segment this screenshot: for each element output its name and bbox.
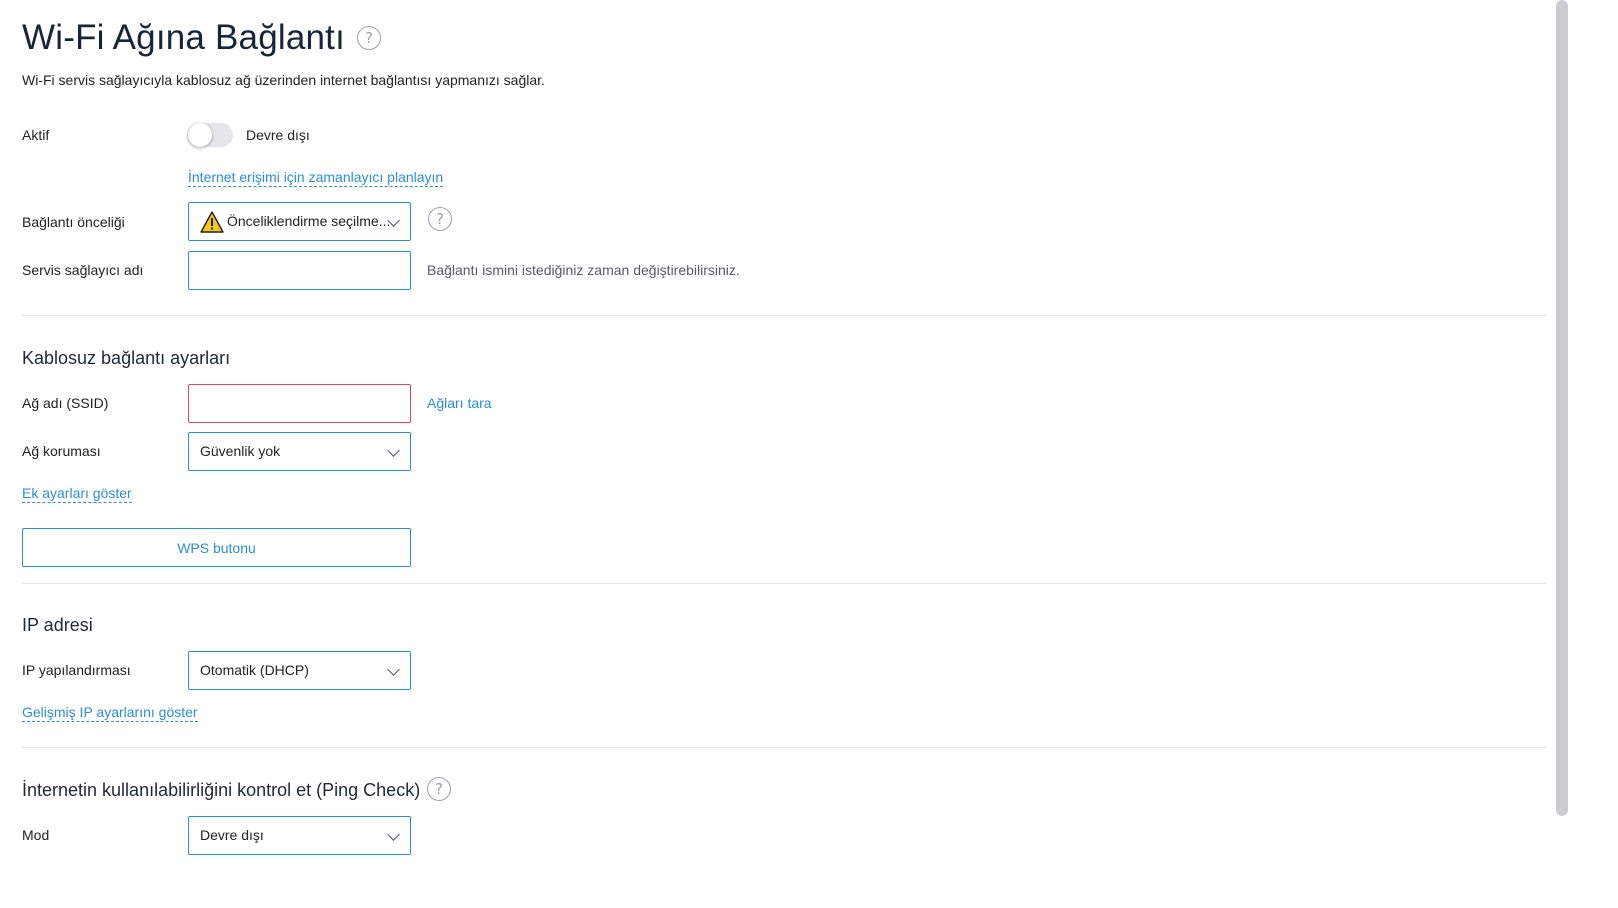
protection-label: Ağ koruması: [22, 443, 101, 459]
priority-select[interactable]: Önceliklendirme seçilme...: [188, 202, 411, 241]
ping-help-icon[interactable]: ?: [427, 777, 451, 801]
active-toggle[interactable]: [187, 123, 233, 147]
schedule-link[interactable]: İnternet erişimi için zamanlayıcı planla…: [188, 169, 444, 187]
priority-value: Önceliklendirme seçilme...: [227, 213, 391, 229]
active-state-text: Devre dışı: [246, 127, 310, 143]
ip-config-select[interactable]: Otomatik (DHCP): [188, 651, 411, 690]
priority-label: Bağlantı önceliği: [22, 214, 125, 230]
ssid-label: Ağ adı (SSID): [22, 395, 109, 411]
mode-label: Mod: [22, 827, 50, 843]
mode-select[interactable]: Devre dışı: [188, 816, 411, 855]
chevron-down-icon: [387, 828, 400, 841]
ping-section-title: İnternetin kullanılabilirliğini kontrol …: [22, 780, 421, 800]
provider-label: Servis sağlayıcı adı: [22, 262, 144, 278]
page-title: Wi-Fi Ağına Bağlantı: [22, 18, 346, 57]
divider: [22, 583, 1546, 584]
warning-icon: [200, 211, 224, 233]
ip-config-label: IP yapılandırması: [22, 662, 131, 678]
scan-networks-link[interactable]: Ağları tara: [427, 395, 492, 411]
wps-button[interactable]: WPS butonu: [22, 528, 411, 567]
priority-help-icon[interactable]: ?: [428, 207, 452, 231]
page-title-row: Wi-Fi Ağına Bağlantı ?: [22, 14, 382, 62]
scrollbar-thumb[interactable]: [1556, 0, 1568, 816]
ip-section-title: IP adresi: [22, 615, 93, 635]
mode-value: Devre dışı: [200, 827, 264, 843]
provider-input[interactable]: [188, 251, 411, 290]
ip-config-value: Otomatik (DHCP): [200, 662, 309, 678]
help-icon[interactable]: ?: [357, 26, 382, 50]
advanced-ip-link[interactable]: Gelişmiş IP ayarlarını göster: [22, 704, 198, 722]
ssid-input[interactable]: [188, 384, 411, 423]
chevron-down-icon: [387, 663, 400, 676]
chevron-down-icon: [387, 444, 400, 457]
more-settings-link[interactable]: Ek ayarları göster: [22, 485, 132, 503]
wireless-section-title: Kablosuz bağlantı ayarları: [22, 348, 231, 368]
toggle-knob: [188, 123, 212, 147]
active-label: Aktif: [22, 127, 50, 143]
divider: [22, 747, 1546, 748]
provider-hint: Bağlantı ismini istediğiniz zaman değişt…: [427, 262, 740, 278]
page-description: Wi-Fi servis sağlayıcıyla kablosuz ağ üz…: [22, 72, 545, 88]
protection-select[interactable]: Güvenlik yok: [188, 432, 411, 471]
divider: [22, 315, 1546, 316]
protection-value: Güvenlik yok: [200, 443, 281, 459]
